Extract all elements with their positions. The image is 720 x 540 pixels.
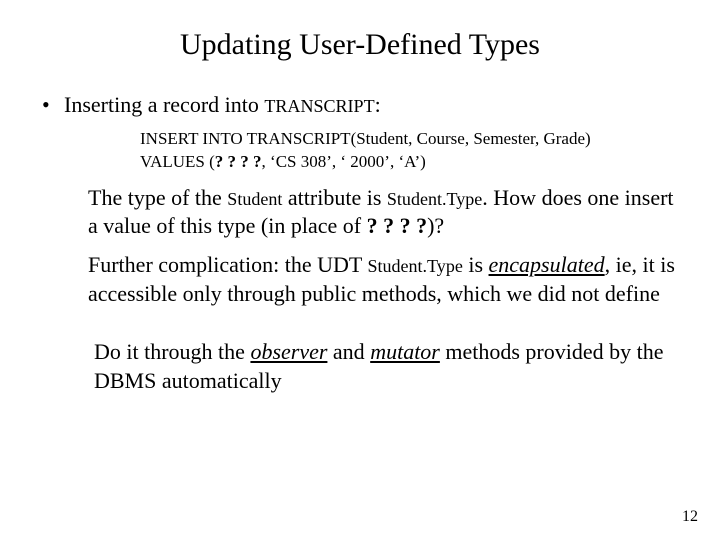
p3-mutator: mutator	[370, 339, 440, 364]
bullet-text-post: :	[375, 92, 381, 117]
body-text-2: Do it through the observer and mutator m…	[94, 338, 680, 395]
paragraph-3: Do it through the observer and mutator m…	[94, 338, 680, 395]
p2-encapsulated: encapsulated	[489, 252, 605, 277]
paragraph-2: Further complication: the UDT Student.Ty…	[88, 251, 680, 308]
code-block: INSERT INTO TRANSCRIPT(Student, Course, …	[140, 128, 680, 174]
p3-observer: observer	[250, 339, 327, 364]
paragraph-1: The type of the Student attribute is Stu…	[88, 184, 680, 241]
p1-student-type: Student.Type	[387, 189, 482, 209]
p2-b: is	[463, 252, 489, 277]
bullet-transcript: TRANSCRIPT	[264, 96, 374, 116]
p1-b: attribute is	[282, 185, 386, 210]
slide: Updating User-Defined Types Inserting a …	[0, 0, 720, 540]
p2-a: Further complication: the UDT	[88, 252, 367, 277]
p1-student: Student	[227, 189, 282, 209]
page-number: 12	[682, 508, 698, 526]
body-text: The type of the Student attribute is Stu…	[88, 184, 680, 308]
bullet-item: Inserting a record into TRANSCRIPT:	[40, 92, 680, 118]
code-placeholder: ? ? ? ?	[215, 152, 262, 171]
p1-placeholder: ? ? ? ?	[367, 213, 428, 238]
p3-a: Do it through the	[94, 339, 250, 364]
p3-b: and	[327, 339, 370, 364]
code-l2-a: VALUES (	[140, 152, 215, 171]
code-l2-b: , ‘CS 308’, ‘ 2000’, ‘A’)	[262, 152, 426, 171]
code-line-2: VALUES (? ? ? ?, ‘CS 308’, ‘ 2000’, ‘A’)	[140, 151, 680, 174]
p1-d: )?	[427, 213, 444, 238]
code-line-1: INSERT INTO TRANSCRIPT(Student, Course, …	[140, 128, 680, 151]
p2-student-type: Student.Type	[367, 256, 462, 276]
slide-title: Updating User-Defined Types	[40, 28, 680, 62]
bullet-text-pre: Inserting a record into	[64, 92, 264, 117]
p1-a: The type of the	[88, 185, 227, 210]
